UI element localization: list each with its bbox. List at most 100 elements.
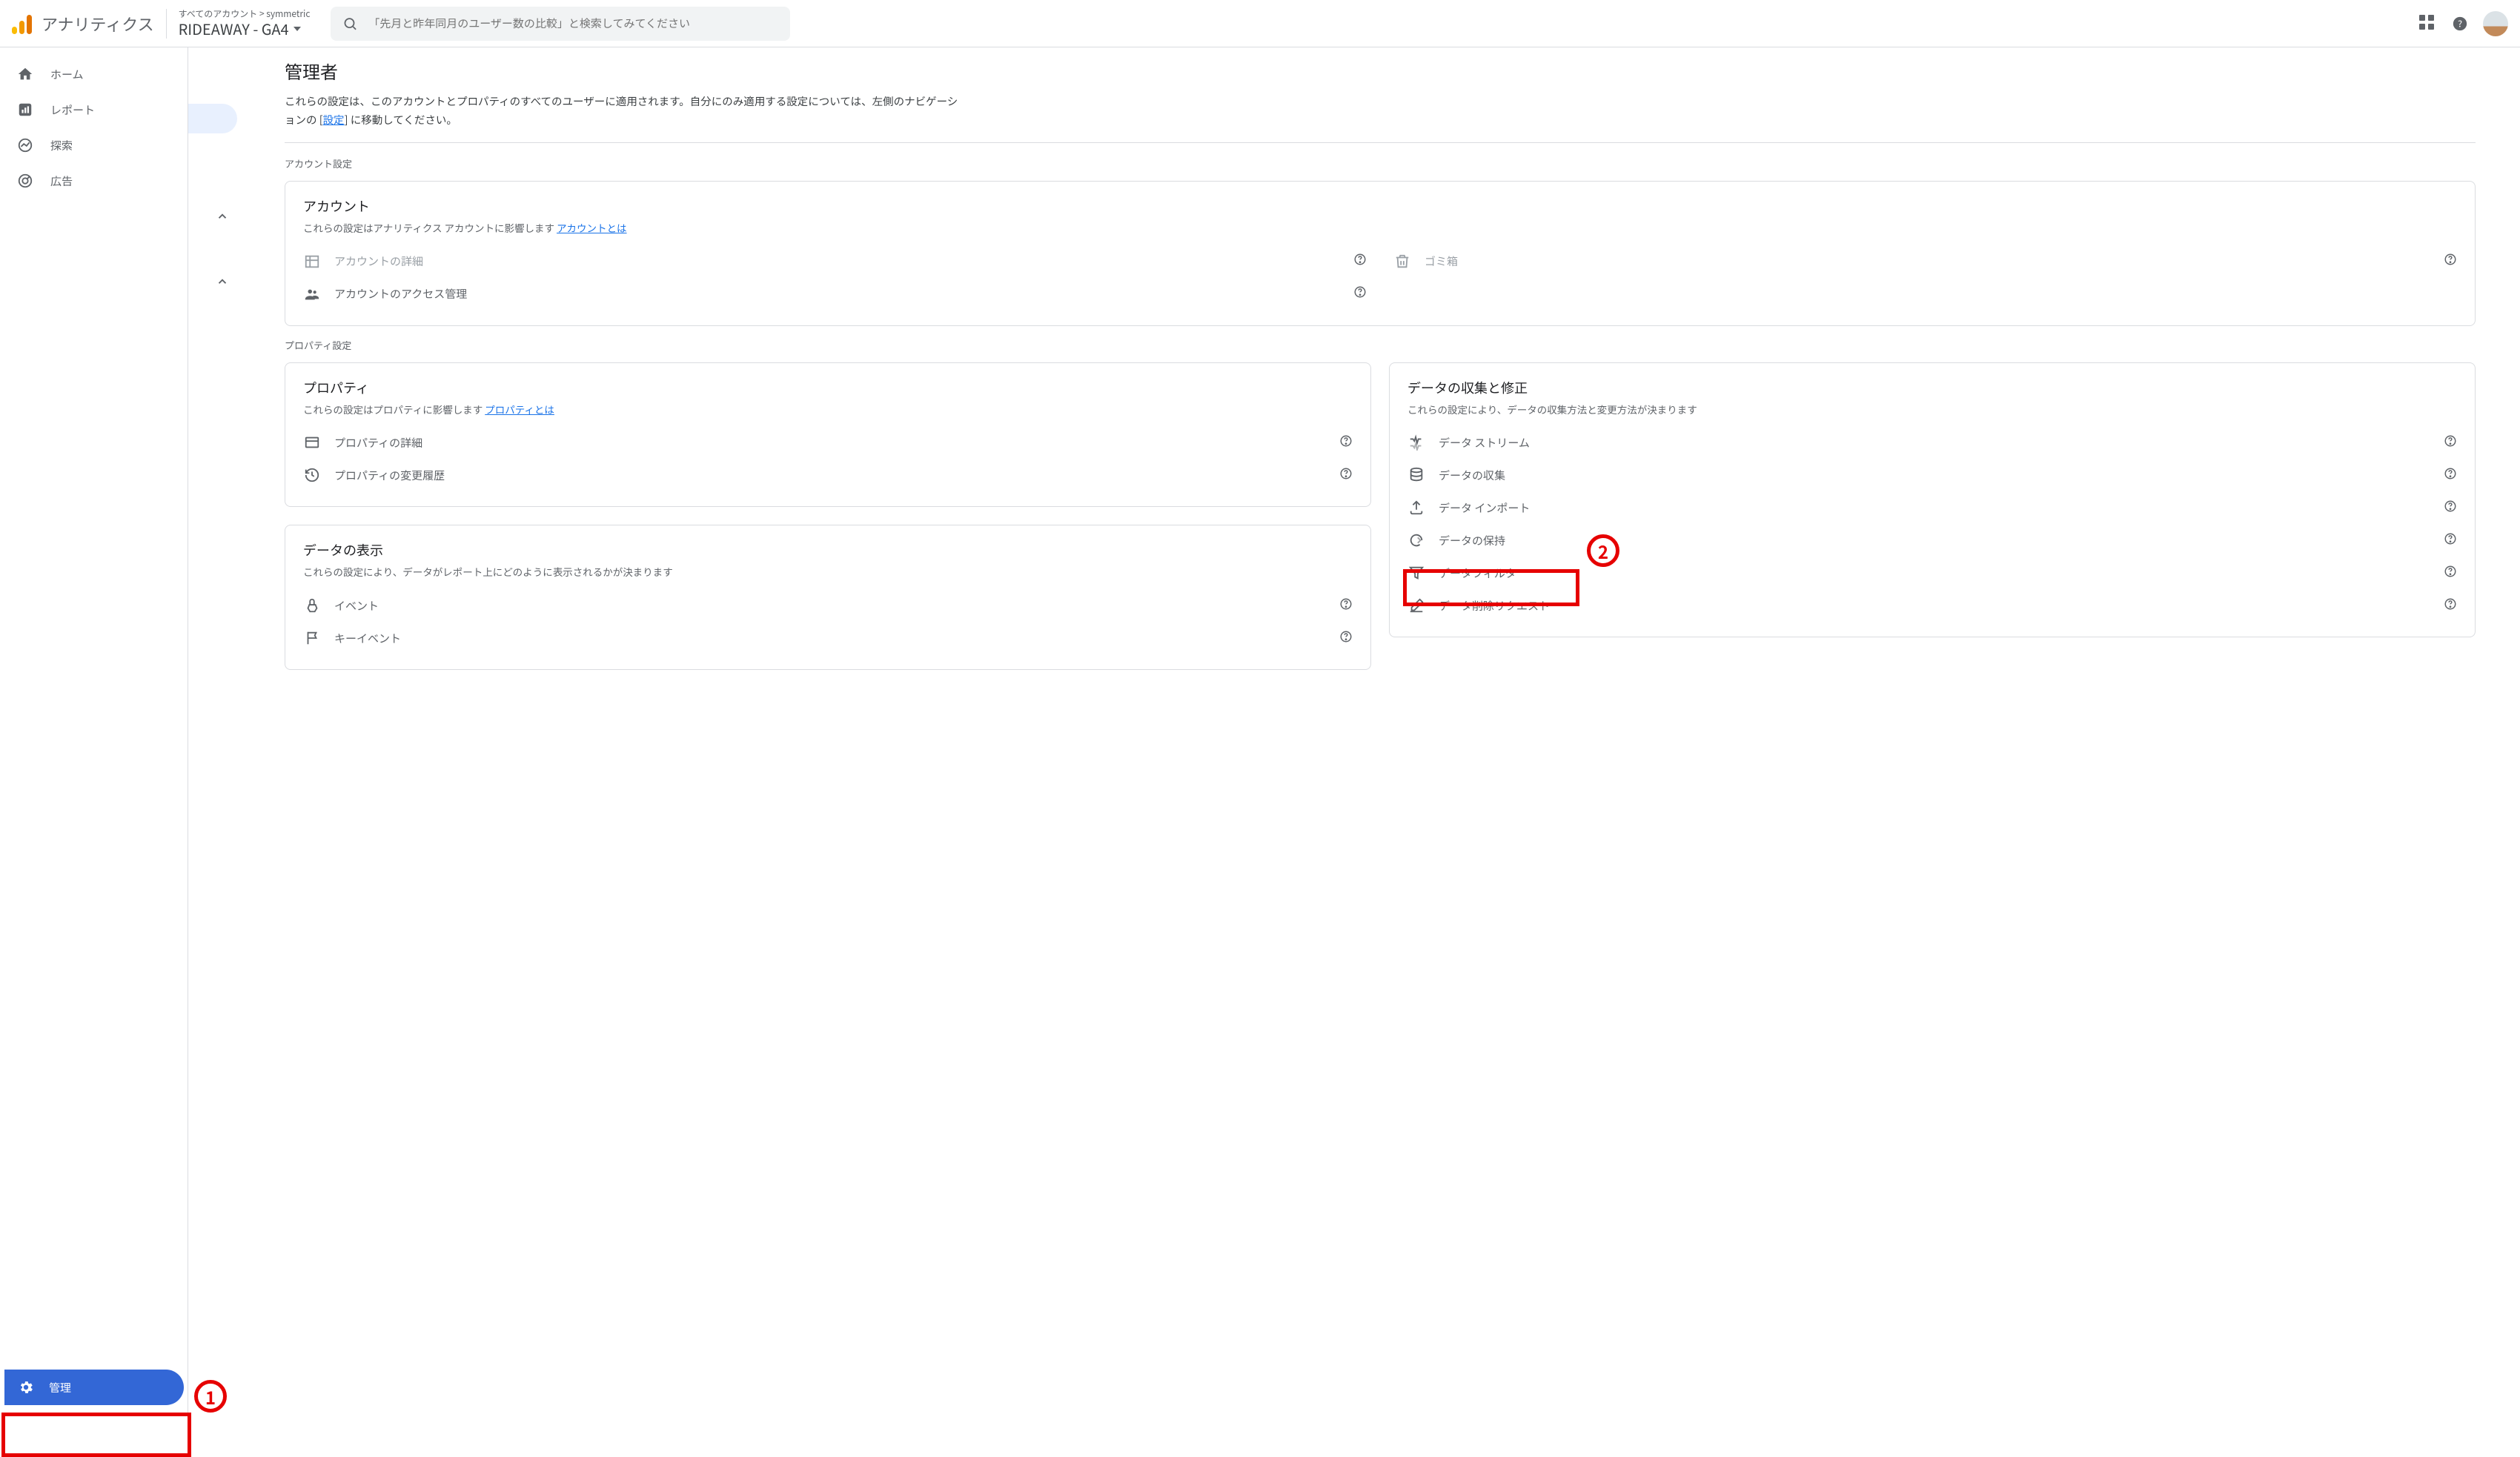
entry-data-deletion[interactable]: データ削除リクエスト	[1407, 589, 2457, 622]
entry-label: データの収集	[1439, 468, 2430, 483]
entry-label: アカウントのアクセス管理	[334, 286, 1340, 302]
help-icon[interactable]	[2444, 500, 2457, 517]
trash-icon	[1393, 253, 1411, 270]
history-icon	[303, 467, 321, 483]
svg-text:?: ?	[2458, 16, 2462, 30]
entry-label: データ ストリーム	[1439, 435, 2430, 451]
help-icon[interactable]	[1339, 434, 1353, 451]
card-description: これらの設定により、データの収集方法と変更方法が決まります	[1407, 402, 2457, 418]
card-description: これらの設定はプロパティに影響します プロパティとは	[303, 402, 1353, 418]
property-name: RIDEAWAY - GA4	[179, 20, 311, 38]
card-data-display: データの表示 これらの設定により、データがレポート上にどのように表示されるかが決…	[285, 525, 1371, 670]
settings-link[interactable]: 設定	[323, 112, 345, 127]
learn-account-link[interactable]: アカウントとは	[557, 220, 627, 235]
section-label-account: アカウント設定	[285, 156, 2476, 170]
search-icon	[342, 16, 358, 32]
chevron-up-icon	[216, 210, 229, 223]
help-icon[interactable]	[2444, 434, 2457, 451]
card-desc-text: これらの設定はアナリティクス アカウントに影響します	[303, 220, 557, 235]
search-input[interactable]	[368, 16, 778, 31]
page-desc-text: ] に移動してください。	[345, 112, 457, 127]
sidebar-item-label: 管理	[49, 1380, 71, 1395]
help-icon[interactable]	[2444, 565, 2457, 582]
home-icon	[16, 66, 34, 82]
entry-data-import[interactable]: データ インポート	[1407, 491, 2457, 524]
avatar[interactable]	[2483, 11, 2508, 36]
entry-key-events[interactable]: キーイベント	[303, 622, 1353, 654]
subpanel-selected-stub	[188, 104, 237, 133]
sidebar-item-admin[interactable]: 管理	[4, 1370, 184, 1405]
entry-data-collection[interactable]: データの収集	[1407, 459, 2457, 491]
sidebar-item-label: レポート	[50, 102, 95, 118]
stream-icon	[1407, 434, 1425, 451]
logo-group[interactable]: アナリティクス	[12, 9, 167, 39]
filter-icon	[1407, 565, 1425, 581]
touch-icon	[303, 597, 321, 614]
subpanel-collapse-1[interactable]	[209, 203, 236, 230]
entry-data-filters[interactable]: データフィルタ	[1407, 557, 2457, 589]
annotation-box-1	[1, 1413, 191, 1457]
chevron-left-icon	[200, 1387, 213, 1400]
sidebar-item-label: ホーム	[50, 67, 84, 82]
sidebar-item-label: 探索	[50, 138, 73, 153]
card-desc-text: これらの設定はプロパティに影響します	[303, 402, 485, 416]
main-content: 管理者 これらの設定は、このアカウントとプロパティのすべてのユーザーに適用されま…	[188, 47, 2520, 1417]
entry-label: プロパティの詳細	[334, 435, 1326, 451]
entry-data-retention[interactable]: データの保持	[1407, 524, 2457, 557]
search-box[interactable]	[331, 7, 790, 41]
entry-label: データの保持	[1439, 533, 2430, 548]
gear-icon	[18, 1379, 34, 1395]
reports-icon	[16, 102, 34, 118]
subpanel-collapse-2[interactable]	[209, 268, 236, 295]
entry-label: ゴミ箱	[1425, 253, 2430, 269]
analytics-logo-icon	[12, 13, 33, 34]
card-title: アカウント	[303, 196, 2457, 216]
entry-label: データフィルタ	[1439, 565, 2430, 581]
property-picker[interactable]: すべてのアカウント > symmetric RIDEAWAY - GA4	[179, 9, 311, 37]
help-icon[interactable]	[2444, 467, 2457, 484]
card-description: これらの設定により、データがレポート上にどのように表示されるかが決まります	[303, 564, 1353, 580]
sidebar-item-reports[interactable]: レポート	[0, 92, 188, 127]
sidebar-item-home[interactable]: ホーム	[0, 56, 188, 92]
entry-trash[interactable]: ゴミ箱	[1393, 245, 2457, 278]
card-details-icon	[303, 434, 321, 451]
help-icon[interactable]	[2444, 253, 2457, 270]
apps-grid-icon[interactable]	[2419, 15, 2437, 33]
card-data-collection: データの収集と修正 これらの設定により、データの収集方法と変更方法が決まります …	[1389, 362, 2476, 638]
help-icon[interactable]	[1353, 253, 1367, 270]
business-icon	[303, 253, 321, 270]
entry-events[interactable]: イベント	[303, 589, 1353, 622]
entry-data-streams[interactable]: データ ストリーム	[1407, 426, 2457, 459]
entry-property-details[interactable]: プロパティの詳細	[303, 426, 1353, 459]
card-title: プロパティ	[303, 378, 1353, 397]
left-sidebar: ホーム レポート 探索 広告 管理	[0, 47, 188, 1417]
card-account: アカウント これらの設定はアナリティクス アカウントに影響します アカウントとは…	[285, 181, 2476, 326]
sidebar-item-label: 広告	[50, 173, 73, 189]
help-icon[interactable]	[1339, 467, 1353, 484]
sidebar-item-explore[interactable]: 探索	[0, 127, 188, 163]
entry-account-access[interactable]: アカウントのアクセス管理	[303, 278, 1367, 311]
help-icon[interactable]	[1353, 285, 1367, 302]
retention-icon	[1407, 532, 1425, 548]
ads-icon	[16, 173, 34, 189]
collapse-sidebar-button[interactable]	[196, 1383, 217, 1404]
help-icon[interactable]	[1339, 597, 1353, 614]
entry-account-details[interactable]: アカウントの詳細	[303, 245, 1367, 278]
header-actions: ?	[2419, 11, 2508, 36]
page-description: これらの設定は、このアカウントとプロパティのすべてのユーザーに適用されます。自分…	[285, 93, 966, 129]
section-label-property: プロパティ設定	[285, 338, 2476, 352]
entry-label: データ インポート	[1439, 500, 2430, 516]
entry-property-history[interactable]: プロパティの変更履歴	[303, 459, 1353, 491]
entry-label: プロパティの変更履歴	[334, 468, 1326, 483]
people-icon	[303, 286, 321, 302]
help-icon[interactable]	[2444, 532, 2457, 549]
page-title: 管理者	[285, 58, 2476, 84]
sidebar-item-ads[interactable]: 広告	[0, 163, 188, 199]
learn-property-link[interactable]: プロパティとは	[485, 402, 554, 416]
property-name-text: RIDEAWAY - GA4	[179, 20, 289, 38]
help-icon[interactable]: ?	[2452, 16, 2468, 32]
help-icon[interactable]	[2444, 597, 2457, 614]
entry-label: イベント	[334, 598, 1326, 614]
explore-icon	[16, 137, 34, 153]
help-icon[interactable]	[1339, 630, 1353, 647]
